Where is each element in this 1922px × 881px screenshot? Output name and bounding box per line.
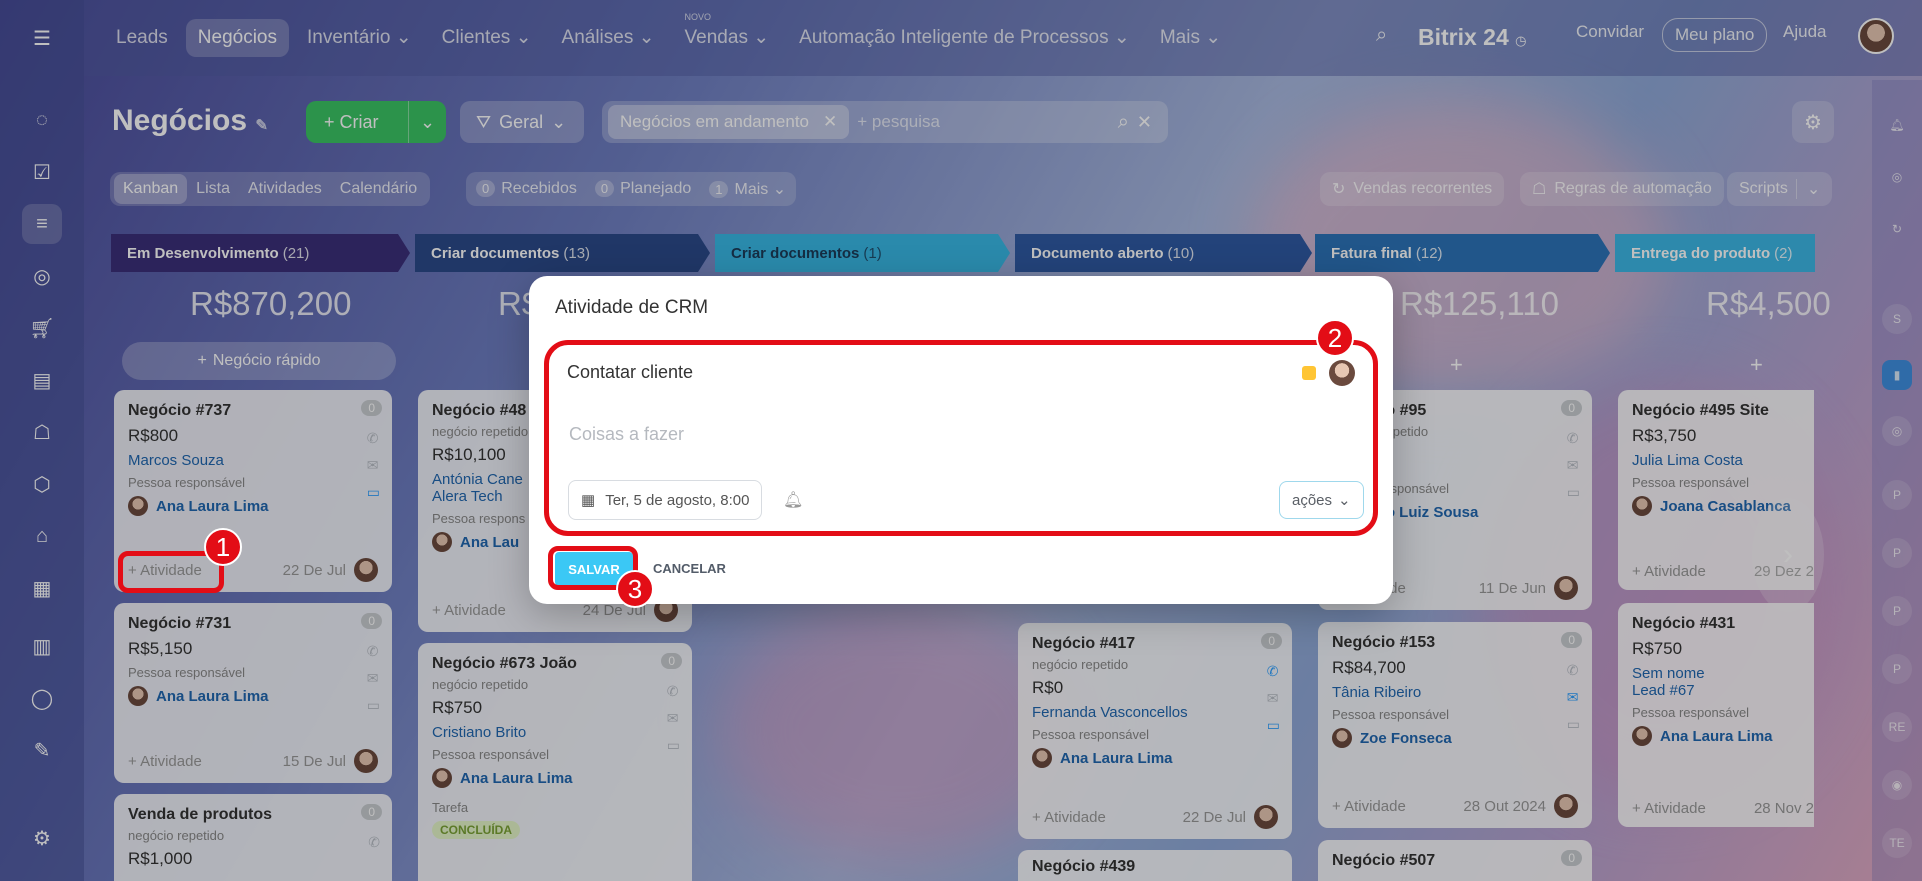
highlight-box — [544, 340, 1378, 536]
callout-number: 1 — [204, 528, 242, 566]
callout-number: 3 — [616, 570, 654, 608]
callout-number: 2 — [1316, 319, 1354, 357]
cancel-button[interactable]: CANCELAR — [653, 561, 726, 576]
callout-text: 1 — [215, 531, 231, 562]
callout-text: 2 — [1327, 322, 1343, 353]
callout-text: 3 — [627, 573, 643, 604]
dialog-title: Atividade de CRM — [555, 297, 709, 318]
